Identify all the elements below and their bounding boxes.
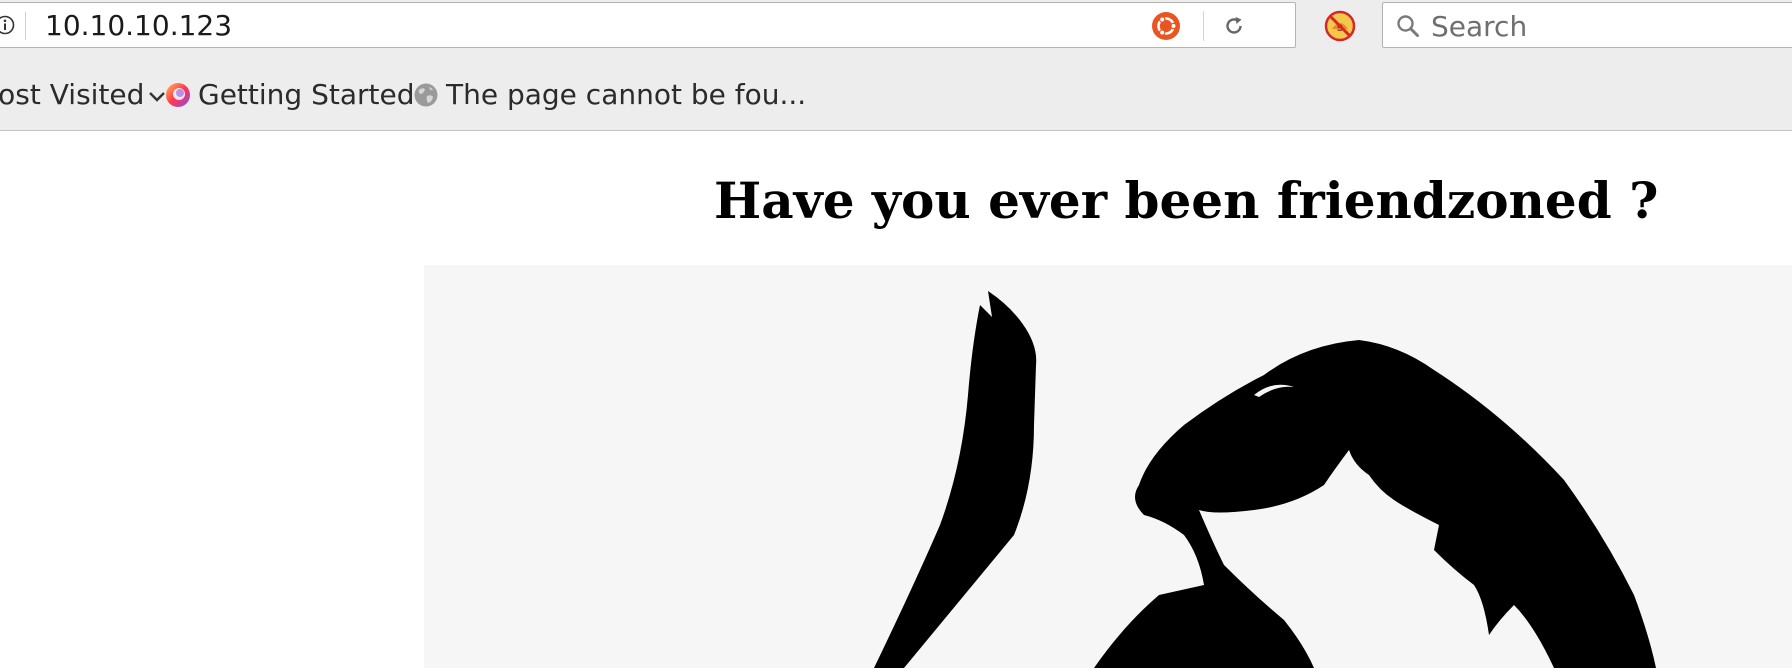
reload-icon[interactable] xyxy=(1221,13,1247,39)
url-text[interactable]: 10.10.10.123 xyxy=(45,11,232,41)
bookmark-label: Most Visited xyxy=(0,78,145,111)
bookmarks-toolbar: Most Visited Getting Started The xyxy=(0,48,1792,131)
bookmark-most-visited[interactable]: Most Visited xyxy=(0,78,166,112)
bookmark-getting-started[interactable]: Getting Started xyxy=(164,78,414,112)
search-box[interactable] xyxy=(1382,2,1792,48)
firefox-icon xyxy=(166,83,190,107)
page-heading: Have you ever been friendzoned ? xyxy=(714,171,1659,230)
friendzone-image xyxy=(424,265,1792,668)
search-input[interactable] xyxy=(1431,9,1791,43)
noscript-icon[interactable]: S xyxy=(1323,9,1357,43)
bookmark-label: Getting Started xyxy=(198,78,415,111)
search-icon xyxy=(1397,15,1419,37)
hands-heart-silhouette-image xyxy=(424,265,1792,668)
url-bar[interactable]: 10.10.10.123 xyxy=(0,2,1296,48)
ubuntu-icon[interactable] xyxy=(1151,11,1181,41)
url-separator xyxy=(25,12,26,40)
bookmark-page-not-found[interactable]: The page cannot be fou... xyxy=(412,78,806,112)
globe-icon xyxy=(414,83,438,107)
bookmark-label: The page cannot be fou... xyxy=(446,78,807,111)
url-separator xyxy=(1203,11,1204,41)
browser-toolbar: 10.10.10.123 S xyxy=(0,0,1792,48)
info-icon[interactable] xyxy=(0,15,15,35)
